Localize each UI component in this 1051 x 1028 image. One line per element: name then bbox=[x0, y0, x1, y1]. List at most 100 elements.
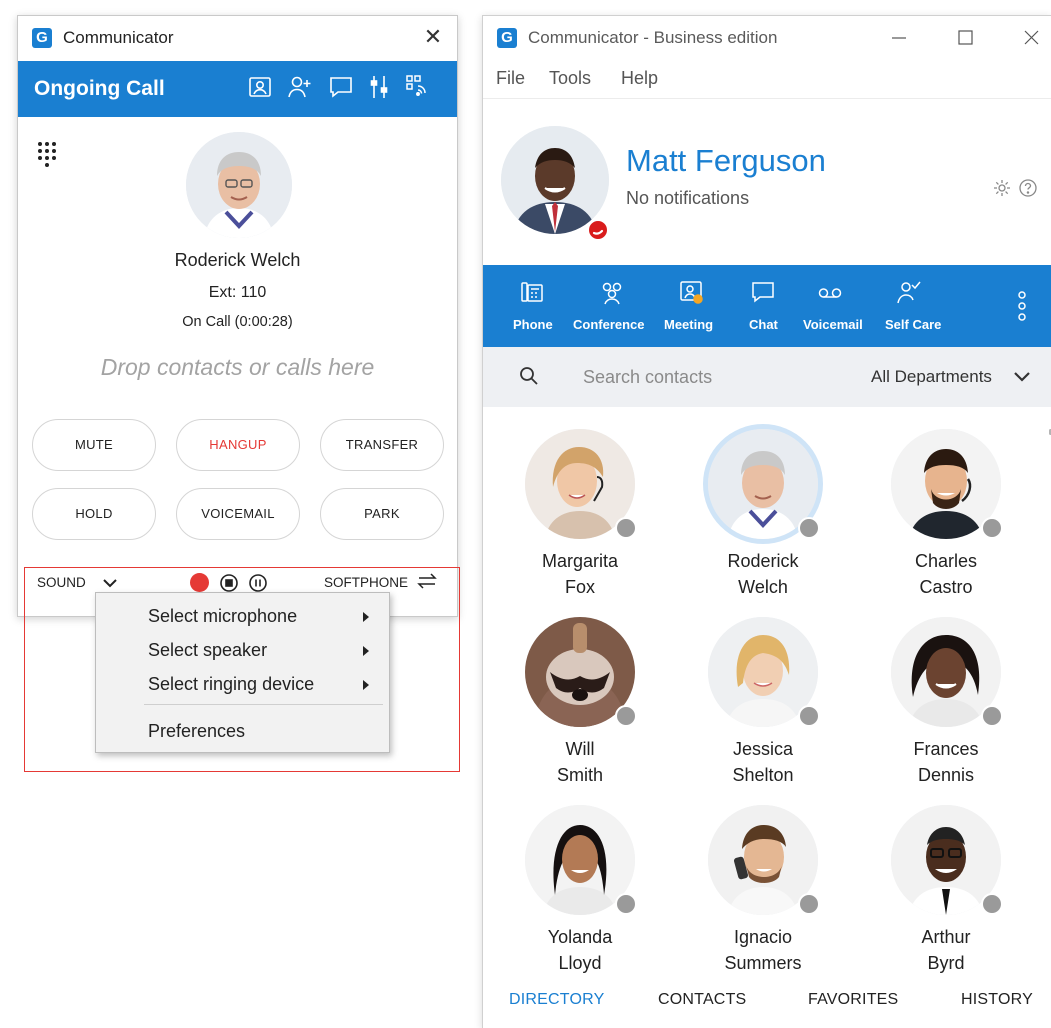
contact-card[interactable]: Roderick Welch bbox=[683, 429, 843, 609]
tab-history[interactable]: HISTORY bbox=[961, 991, 1033, 1009]
presence-status bbox=[798, 893, 820, 915]
hold-button[interactable]: HOLD bbox=[32, 488, 156, 540]
close-button[interactable]: ✕ bbox=[419, 22, 447, 52]
minimize-button[interactable] bbox=[879, 22, 919, 52]
toolbar-label: Self Care bbox=[885, 317, 942, 332]
hangup-button[interactable]: HANGUP bbox=[176, 419, 300, 471]
contact-first-name: Yolanda bbox=[547, 927, 613, 947]
notification-status: No notifications bbox=[626, 188, 750, 208]
chat-icon bbox=[752, 282, 774, 303]
menu-select-microphone[interactable]: Select microphone bbox=[96, 599, 389, 633]
contact-last-name: Summers bbox=[724, 953, 802, 973]
submenu-arrow-icon bbox=[363, 680, 369, 690]
contact-last-name: Welch bbox=[738, 577, 788, 597]
submenu-arrow-icon bbox=[363, 646, 369, 656]
submenu-arrow-icon bbox=[363, 612, 369, 622]
caller-extension: Ext: 110 bbox=[208, 284, 267, 301]
divider bbox=[483, 98, 1051, 99]
contact-card[interactable]: Jessica Shelton bbox=[683, 617, 843, 797]
menu-preferences[interactable]: Preferences bbox=[96, 714, 389, 748]
contact-card[interactable]: Will Smith bbox=[500, 617, 660, 797]
contact-last-name: Byrd bbox=[927, 953, 965, 973]
call-header-title: Ongoing Call bbox=[34, 77, 165, 100]
drop-zone-hint[interactable]: Drop contacts or calls here bbox=[18, 354, 457, 381]
contact-first-name: Charles bbox=[914, 551, 978, 571]
contact-card[interactable]: Frances Dennis bbox=[866, 617, 1026, 797]
toolbar-phone[interactable]: Phone bbox=[513, 265, 563, 347]
menu-select-speaker[interactable]: Select speaker bbox=[96, 633, 389, 667]
maximize-button[interactable] bbox=[945, 22, 985, 52]
stop-icon[interactable] bbox=[219, 573, 239, 593]
tab-contacts[interactable]: CONTACTS bbox=[658, 991, 746, 1009]
contact-first-name: Arthur bbox=[921, 927, 971, 947]
toolbar-label: Meeting bbox=[664, 317, 714, 332]
contact-first-name: Ignacio bbox=[733, 927, 793, 947]
pause-icon[interactable] bbox=[248, 573, 268, 593]
menu-item-label: Select speaker bbox=[148, 640, 268, 660]
contact-card[interactable]: Margarita Fox bbox=[500, 429, 660, 609]
toolbar-label: Chat bbox=[749, 317, 778, 332]
presence-status bbox=[798, 705, 820, 727]
sound-menu-button[interactable]: SOUND bbox=[37, 575, 86, 590]
park-button[interactable]: PARK bbox=[320, 488, 444, 540]
contact-card-icon[interactable] bbox=[245, 72, 275, 102]
presence-status bbox=[981, 705, 1003, 727]
menu-select-ringing-device[interactable]: Select ringing device bbox=[96, 667, 389, 701]
search-input[interactable] bbox=[583, 362, 823, 392]
gear-icon[interactable] bbox=[992, 178, 1012, 198]
busy-status-badge bbox=[587, 219, 609, 241]
touch-grid-icon[interactable] bbox=[402, 72, 432, 102]
toolbar-conference[interactable]: Conference bbox=[573, 265, 653, 347]
call-window-title: Communicator bbox=[63, 28, 174, 47]
contact-card[interactable]: Yolanda Lloyd bbox=[500, 805, 660, 977]
caller-avatar bbox=[186, 132, 292, 238]
contact-first-name: Frances bbox=[913, 739, 979, 759]
record-button[interactable] bbox=[190, 573, 209, 592]
toolbar-self-care[interactable]: Self Care bbox=[885, 265, 955, 347]
transfer-button[interactable]: TRANSFER bbox=[320, 419, 444, 471]
softphone-toggle[interactable]: SOFTPHONE bbox=[324, 575, 408, 590]
contact-first-name: Jessica bbox=[732, 739, 794, 759]
menu-item-label: Select ringing device bbox=[148, 674, 315, 694]
tab-directory[interactable]: DIRECTORY bbox=[509, 991, 604, 1009]
menu-bar: File Tools Help bbox=[483, 68, 1051, 98]
menu-item-label: Preferences bbox=[148, 721, 246, 741]
chat-icon[interactable] bbox=[326, 72, 356, 102]
profile-avatar[interactable] bbox=[501, 126, 609, 234]
window-close-button[interactable] bbox=[1011, 22, 1051, 52]
contact-card[interactable]: Ignacio Summers bbox=[683, 805, 843, 977]
chevron-down-icon[interactable] bbox=[102, 575, 118, 591]
menu-separator bbox=[144, 704, 383, 705]
contact-last-name: Dennis bbox=[917, 765, 975, 785]
contact-last-name: Castro bbox=[919, 577, 973, 597]
toolbar-voicemail[interactable]: Voicemail bbox=[803, 265, 873, 347]
chevron-down-icon[interactable] bbox=[1013, 369, 1031, 385]
toolbar-chat[interactable]: Chat bbox=[749, 265, 789, 347]
toolbar-meeting[interactable]: Meeting bbox=[664, 265, 724, 347]
dialpad-icon[interactable] bbox=[36, 140, 58, 168]
presence-status bbox=[615, 893, 637, 915]
caller-name: Roderick Welch bbox=[174, 250, 301, 270]
department-filter[interactable]: All Departments bbox=[871, 367, 992, 387]
swap-arrows-icon[interactable] bbox=[417, 572, 437, 590]
menu-help[interactable]: Help bbox=[621, 68, 658, 89]
toolbar-label: Voicemail bbox=[803, 317, 863, 332]
add-person-icon[interactable] bbox=[285, 72, 315, 102]
presence-status bbox=[615, 705, 637, 727]
call-status: On Call (0:00:28) bbox=[182, 314, 293, 330]
voicemail-button[interactable]: VOICEMAIL bbox=[176, 488, 300, 540]
communicator-logo-icon: G bbox=[497, 28, 517, 48]
mute-button[interactable]: MUTE bbox=[32, 419, 156, 471]
contact-card[interactable]: Charles Castro bbox=[866, 429, 1026, 609]
contact-card[interactable]: Arthur Byrd bbox=[866, 805, 1026, 977]
menu-tools[interactable]: Tools bbox=[549, 68, 591, 89]
action-toolbar: Phone Conference Meeting Chat Voicemail … bbox=[483, 265, 1051, 347]
help-icon[interactable] bbox=[1018, 178, 1038, 198]
mixer-icon[interactable] bbox=[364, 72, 394, 102]
call-window-titlebar: G Communicator ✕ bbox=[18, 16, 457, 61]
tab-favorites[interactable]: FAVORITES bbox=[808, 991, 898, 1009]
voicemail-icon bbox=[818, 288, 842, 298]
more-options-icon[interactable] bbox=[1013, 289, 1031, 323]
menu-file[interactable]: File bbox=[496, 68, 525, 89]
contact-last-name: Lloyd bbox=[558, 953, 602, 973]
